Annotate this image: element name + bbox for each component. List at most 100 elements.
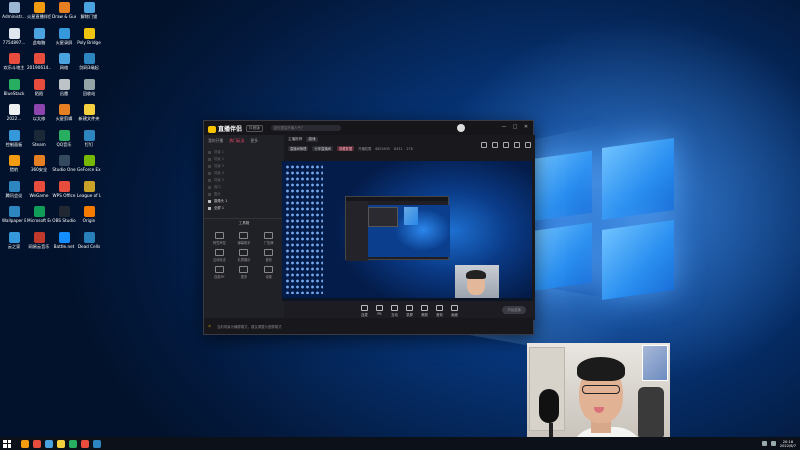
taskbar-app-icon[interactable] — [21, 439, 29, 448]
scene-list-item[interactable]: 图片 — [208, 191, 280, 198]
bottom-action-button[interactable]: 连麦 — [361, 304, 368, 317]
desktop-icon[interactable]: 剑网3缘起 — [77, 53, 101, 70]
minimize-button[interactable]: — — [501, 124, 507, 130]
desktop-icon[interactable]: 火星直播伴侣 — [27, 2, 51, 19]
tool-button[interactable]: 广告牌 — [257, 232, 280, 245]
gift-icon[interactable] — [481, 142, 487, 148]
taskbar-app-icon[interactable] — [57, 439, 65, 448]
desktop-icon[interactable]: 360安全 — [27, 155, 51, 172]
tool-button[interactable]: 弹幕助手 — [233, 232, 256, 245]
scene-list-item[interactable]: 全屏 1 — [208, 205, 280, 212]
scene-list-item[interactable]: 场景 5 — [208, 177, 280, 184]
bottom-action-button[interactable]: 音效 — [436, 304, 443, 317]
desktop-icon[interactable]: WeGame — [27, 180, 51, 198]
bottom-action-button[interactable]: PK — [376, 305, 383, 316]
desktop-icon[interactable]: 腾讯会议 — [2, 180, 26, 198]
desktop-icon[interactable]: Origin — [77, 206, 101, 223]
tool-button[interactable]: 互动玩法 — [208, 249, 231, 262]
desktop-icon[interactable]: QQ音乐 — [52, 129, 76, 147]
bell-icon[interactable] — [514, 142, 520, 148]
desktop-icon[interactable]: 此电脑 — [27, 27, 51, 45]
scene-list-item[interactable]: 场景 4 — [208, 170, 280, 177]
share-icon[interactable] — [525, 142, 531, 148]
webcam-preview[interactable] — [455, 265, 499, 299]
desktop-icon[interactable]: GeForce Experience — [77, 155, 101, 172]
desktop-icon[interactable]: 7754897... — [2, 27, 26, 45]
desktop-icon[interactable]: 钉钉 — [77, 129, 101, 147]
search-input[interactable]: 如何提高开播人气？ — [270, 125, 341, 131]
network-icon[interactable] — [761, 441, 767, 446]
bottom-action-button[interactable]: 录屏 — [406, 304, 413, 317]
tool-button[interactable]: 更多 — [233, 266, 256, 279]
scene-list-item[interactable]: 场景 2 — [208, 156, 280, 163]
app-icon — [58, 2, 70, 13]
desktop-icon[interactable]: 猎豹 — [2, 155, 26, 172]
desktop-icon[interactable]: Dead Cells — [77, 231, 101, 249]
desktop-icon[interactable]: OBS Studio — [52, 206, 76, 223]
desktop-icon[interactable]: 解除门锁 — [77, 2, 101, 19]
close-button[interactable]: ✕ — [523, 124, 529, 130]
taskbar-app-icon[interactable] — [69, 439, 77, 448]
desktop-icon[interactable]: Microsoft Edge — [27, 206, 51, 223]
bottom-action-button[interactable]: 画面 — [451, 304, 458, 317]
avatar[interactable] — [457, 124, 465, 132]
scene-list-item[interactable]: 场景 1 — [208, 149, 280, 156]
start-live-button[interactable]: 开始直播 — [502, 306, 526, 314]
desktop-icon[interactable]: 回收站 — [77, 78, 101, 96]
desktop-icon[interactable]: 以太修 — [27, 104, 51, 121]
stream-sub-item[interactable]: 观看数据 — [336, 146, 355, 151]
desktop-icon[interactable]: Steam — [27, 129, 51, 147]
desktop-icon[interactable]: 20190614... — [27, 53, 51, 70]
tool-button[interactable]: 阿豆声控 — [208, 232, 231, 245]
left-tab[interactable]: 我的开播 — [208, 138, 223, 144]
system-tray: 20:16 2022/6/7 — [761, 437, 796, 450]
stream-preview[interactable] — [282, 161, 532, 301]
taskbar-app-icon[interactable] — [93, 439, 101, 448]
desktop-icon[interactable]: Studio One — [52, 155, 76, 172]
scene-list-item[interactable]: 窗口 — [208, 184, 280, 191]
desktop-icon[interactable]: 云之家 — [2, 231, 26, 249]
volume-icon[interactable] — [770, 441, 776, 446]
desktop-icon[interactable]: 新建文件夹 — [77, 104, 101, 121]
settings-icon[interactable] — [503, 142, 509, 148]
left-tab[interactable]: 更多 — [250, 138, 258, 144]
desktop-icon[interactable]: 网络 — [52, 53, 76, 70]
desktop-icon[interactable]: BlueStack — [2, 78, 26, 96]
desktop-icon[interactable]: Poly Bridge — [77, 27, 101, 45]
desktop-icon[interactable]: Wallpaper Engine — [2, 206, 26, 223]
desktop-icon[interactable]: Administr... — [2, 2, 26, 19]
windows-start-icon[interactable] — [3, 439, 11, 448]
bottom-action-button[interactable]: 美颜 — [421, 304, 428, 317]
desktop-icon[interactable]: 2022... — [2, 104, 26, 121]
taskbar-app-icon[interactable] — [81, 439, 89, 448]
tool-button[interactable]: 设置 — [257, 266, 280, 279]
desktop-icon[interactable]: Battle.net — [52, 231, 76, 249]
desktop-icon[interactable]: 控制面板 — [2, 129, 26, 147]
desktop-icon[interactable]: League of Legends — [77, 180, 101, 198]
stream-sub-item[interactable]: 直播间管理 — [288, 146, 309, 151]
tool-button[interactable]: 礼物展示 — [233, 249, 256, 262]
scene-list-item[interactable]: 摄像头 1 — [208, 198, 280, 205]
maximize-button[interactable]: □ — [512, 124, 518, 130]
clock[interactable]: 20:16 2022/6/7 — [780, 440, 796, 448]
scene-list-item[interactable]: 场景 3 — [208, 163, 280, 170]
desktop-icon[interactable]: 欢乐斗地主 — [2, 53, 26, 70]
tool-button[interactable]: 音效 — [257, 249, 280, 262]
desktop-icon[interactable]: 迅雷 — [52, 78, 76, 96]
taskbar-app-icon[interactable] — [45, 439, 53, 448]
stream-sub-item[interactable]: 分享直播间 — [312, 146, 333, 151]
version-badge: 抖音版 — [246, 124, 263, 132]
left-tab[interactable]: 热门玩法 — [229, 138, 244, 144]
message-icon[interactable] — [492, 142, 498, 148]
taskbar-app-icon[interactable] — [33, 439, 41, 448]
tool-button[interactable]: 连麦PK — [208, 266, 231, 279]
desktop-icon[interactable]: 火星录屏 — [52, 27, 76, 45]
app-icon — [83, 231, 95, 243]
desktop-icon[interactable]: 陌陌 — [27, 78, 51, 96]
desktop-icon[interactable]: 火星剪辑 — [52, 104, 76, 121]
desktop-icon[interactable]: Draw & Guess — [52, 2, 76, 19]
stream-tag[interactable]: 游戏 — [306, 137, 318, 142]
desktop-icon[interactable]: 网易云音乐 — [27, 231, 51, 249]
desktop-icon[interactable]: WPS Office — [52, 180, 76, 198]
bottom-action-button[interactable]: 互动 — [391, 304, 398, 317]
